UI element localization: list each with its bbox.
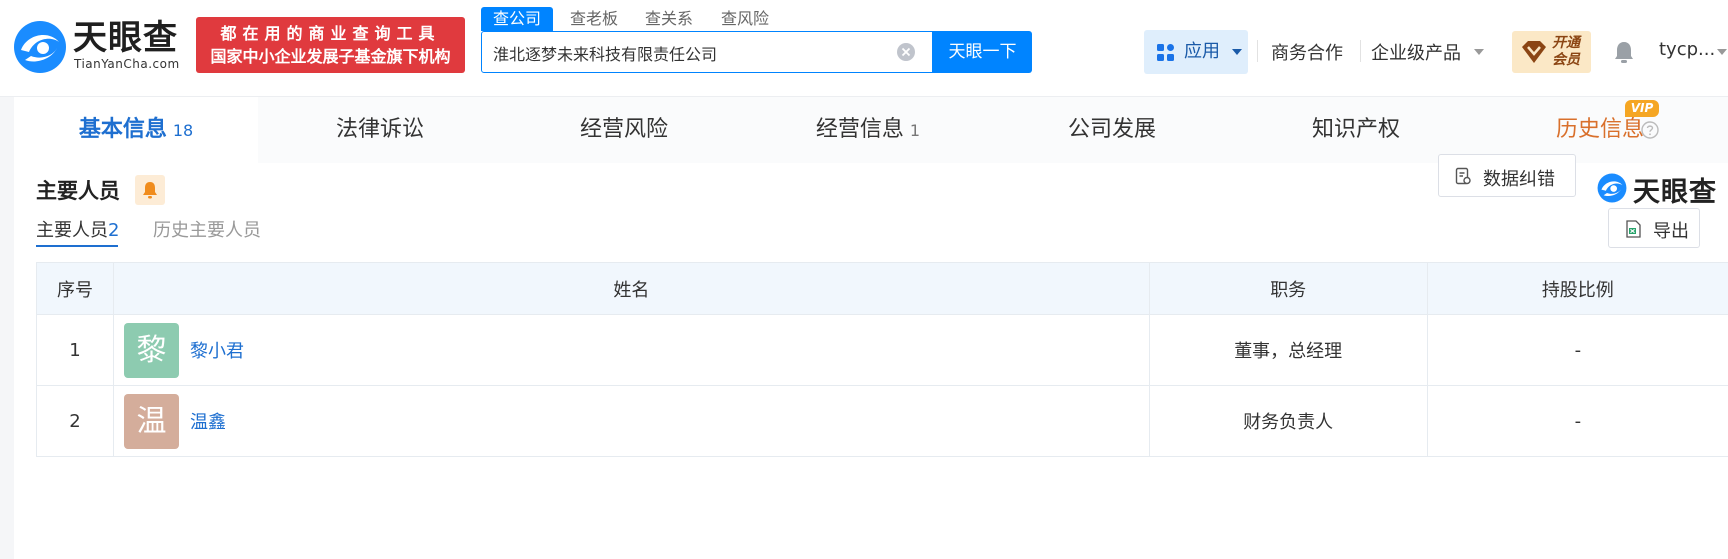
brand-name: 天眼查 — [1633, 177, 1717, 208]
search-tab-risk[interactable]: 查风险 — [721, 7, 769, 31]
business-cooperation-link[interactable]: 商务合作 — [1271, 39, 1343, 65]
tab-label: 经营风险 — [579, 117, 668, 142]
top-header: 天眼查 TianYanCha.com 都在用的商业查询工具 国家中小企业发展子基… — [0, 0, 1728, 97]
tab-label: 法律诉讼 — [335, 117, 424, 142]
slogan-line-1: 都在用的商业查询工具 — [220, 24, 441, 43]
sub-tab-label: 主要人员 — [36, 220, 108, 241]
export-button[interactable]: 导出 — [1608, 208, 1700, 248]
search-button[interactable]: 天眼一下 — [933, 31, 1032, 73]
user-menu[interactable]: tycp... — [1659, 39, 1715, 60]
tab-label: 经营信息 — [815, 117, 904, 142]
logo-eye-icon — [1597, 173, 1627, 203]
sub-tab-key-personnel[interactable]: 主要人员2 — [36, 216, 119, 242]
avatar[interactable]: 黎 — [124, 322, 179, 378]
tab-label: 历史信息 — [1555, 117, 1644, 142]
search-tab-company[interactable]: 查公司 — [481, 7, 554, 31]
tab-label: 基本信息 — [78, 117, 167, 142]
personnel-table: 序号 姓名 职务 持股比例 1 黎黎小君 董事，总经理 - 2 温温鑫 财务负责… — [36, 262, 1728, 457]
column-header-position: 职务 — [1148, 262, 1428, 315]
active-tab-underline — [36, 245, 118, 247]
chevron-down-icon — [1474, 49, 1484, 55]
table-row: 2 温温鑫 财务负责人 - — [36, 385, 1728, 457]
person-name-link[interactable]: 温鑫 — [190, 412, 226, 433]
tab-basic-info[interactable]: 基本信息 18 — [14, 97, 258, 163]
sub-tab-history-personnel[interactable]: 历史主要人员 — [153, 216, 261, 242]
bell-alert-icon — [143, 182, 157, 199]
help-icon[interactable] — [1641, 121, 1659, 139]
report-data-error-button[interactable]: 数据纠错 — [1438, 154, 1576, 197]
search-input[interactable]: 淮北逐梦未来科技有限责任公司 — [481, 31, 933, 73]
chevron-down-icon — [1232, 49, 1242, 55]
subscribe-alert-button[interactable] — [135, 175, 165, 205]
column-header-index: 序号 — [36, 262, 114, 315]
column-header-name: 姓名 — [113, 262, 1150, 315]
tab-business-info[interactable]: 经营信息 1 — [746, 97, 990, 163]
slogan-banner: 都在用的商业查询工具 国家中小企业发展子基金旗下机构 — [196, 17, 465, 73]
sub-tab-label: 历史主要人员 — [153, 220, 261, 241]
logo-title: 天眼查 — [73, 18, 178, 58]
apps-label: 应用 — [1184, 41, 1220, 62]
vip-diamond-icon — [1522, 41, 1546, 63]
tab-legal[interactable]: 法律诉讼 — [258, 97, 502, 163]
table-row: 1 黎黎小君 董事，总经理 - — [36, 314, 1728, 386]
tab-count: 1 — [909, 121, 921, 140]
person-position: 财务负责人 — [1148, 385, 1428, 457]
search-tab-relation[interactable]: 查关系 — [645, 7, 693, 31]
tab-company-development[interactable]: 公司发展 — [990, 97, 1234, 163]
sub-tab-count: 2 — [108, 220, 120, 241]
bell-icon[interactable] — [1614, 41, 1634, 63]
search-input-value: 淮北逐梦未来科技有限责任公司 — [493, 45, 718, 64]
logo-eye-icon — [14, 21, 66, 73]
person-share: - — [1426, 385, 1728, 457]
person-share: - — [1426, 314, 1728, 386]
apps-grid-icon — [1157, 44, 1174, 61]
vip-tag: VIP — [1625, 100, 1659, 117]
table-header-row: 序号 姓名 职务 持股比例 — [36, 262, 1728, 315]
tab-business-risk[interactable]: 经营风险 — [502, 97, 746, 163]
open-vip-button[interactable]: 开通会员 — [1512, 31, 1591, 73]
person-cell: 黎黎小君 — [113, 314, 1150, 386]
slogan-line-2: 国家中小企业发展子基金旗下机构 — [210, 47, 451, 66]
chevron-down-icon — [1717, 49, 1727, 55]
excel-icon — [1626, 220, 1641, 238]
vip-badge-label: 开通会员 — [1552, 35, 1580, 68]
clear-icon[interactable] — [896, 42, 916, 62]
apps-menu-button[interactable]: 应用 — [1144, 30, 1248, 74]
avatar[interactable]: 温 — [124, 393, 179, 449]
person-name-link[interactable]: 黎小君 — [190, 341, 244, 362]
tab-count: 18 — [172, 121, 194, 140]
column-header-share: 持股比例 — [1426, 262, 1728, 315]
tianyancha-logo[interactable]: 天眼查 TianYanCha.com — [13, 18, 193, 76]
person-position: 董事，总经理 — [1148, 314, 1428, 386]
enterprise-products-link[interactable]: 企业级产品 — [1371, 39, 1461, 65]
tab-label: 公司发展 — [1067, 117, 1156, 142]
search-tab-boss[interactable]: 查老板 — [570, 7, 618, 31]
tab-label: 知识产权 — [1311, 117, 1400, 142]
row-index: 2 — [36, 385, 114, 457]
logo-domain: TianYanCha.com — [74, 57, 180, 71]
row-index: 1 — [36, 314, 114, 386]
report-data-error-label: 数据纠错 — [1483, 169, 1555, 190]
header-divider — [1360, 40, 1361, 62]
header-divider — [1257, 40, 1258, 62]
person-cell: 温温鑫 — [113, 385, 1150, 457]
edit-document-icon — [1455, 167, 1471, 185]
main-content: 主要人员 数据纠错 天眼查 主要人员2 历史主要人员 导出 序号 姓名 职务 持… — [14, 154, 1728, 559]
section-title: 主要人员 — [36, 179, 120, 203]
export-label: 导出 — [1653, 221, 1689, 242]
